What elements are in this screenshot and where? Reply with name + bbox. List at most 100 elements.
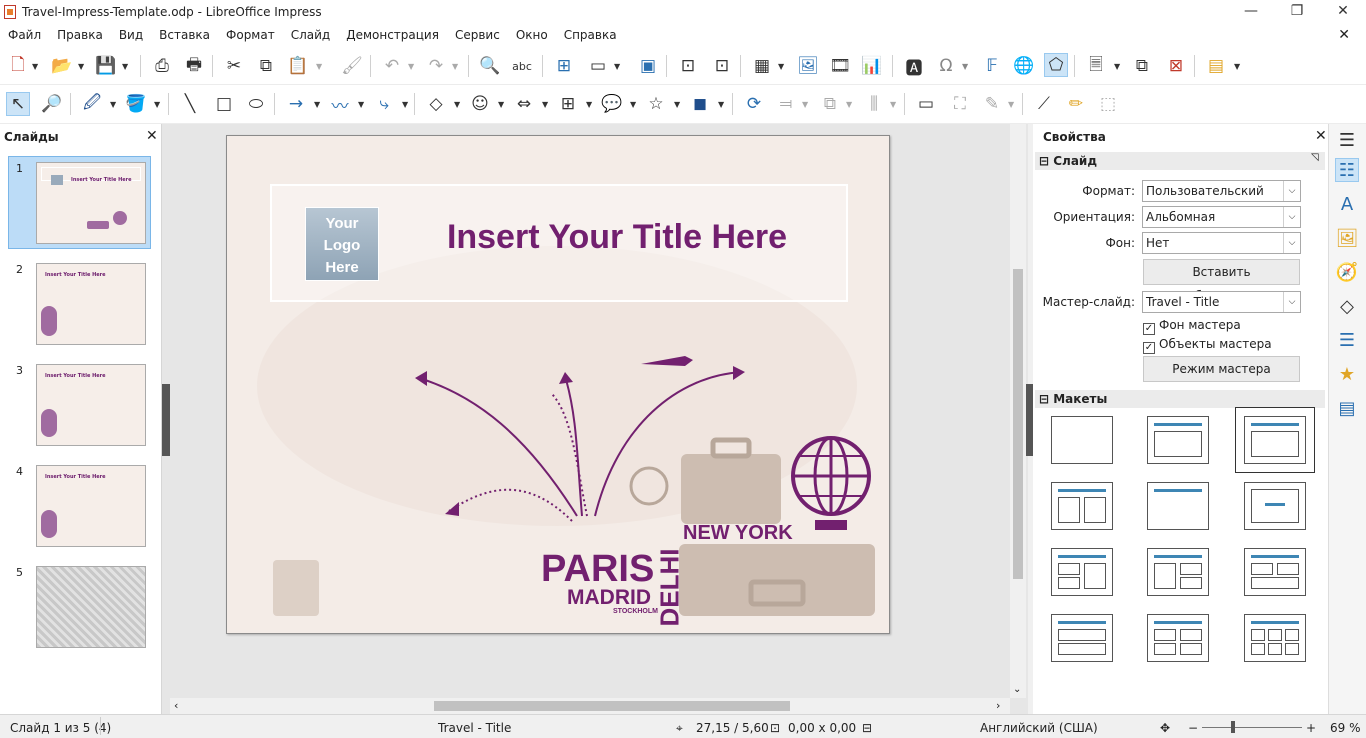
redo-dropdown-icon[interactable]: ▼ xyxy=(452,54,460,78)
navigator-deck-icon[interactable]: 🧭 xyxy=(1335,260,1359,284)
vertical-scrollbar[interactable]: ⌄ xyxy=(1010,124,1026,698)
scroll-left-icon[interactable]: ‹ xyxy=(174,699,178,712)
master-slide-select[interactable]: Travel - Title ⌵ xyxy=(1142,291,1301,313)
3d-objects-dropdown-icon[interactable]: ▼ xyxy=(718,92,726,116)
layout-title-content-selected[interactable] xyxy=(1235,407,1315,473)
slides-panel-splitter[interactable] xyxy=(162,384,170,456)
layout-2-left-content[interactable] xyxy=(1147,548,1209,596)
redo-icon[interactable]: ↷ xyxy=(424,54,448,78)
slide-layout-icon[interactable]: ▤ xyxy=(1204,54,1228,78)
paste-dropdown-icon[interactable]: ▼ xyxy=(316,54,324,78)
delete-slide-icon[interactable]: ⊠ xyxy=(1164,54,1188,78)
align-dropdown-icon[interactable]: ▼ xyxy=(802,92,810,116)
crop-icon[interactable]: ⛶ xyxy=(948,92,972,116)
filter-dropdown-icon[interactable]: ▼ xyxy=(1008,92,1016,116)
slide-thumb-2[interactable]: Insert Your Title Here xyxy=(36,263,146,345)
new-document-icon[interactable]: 🗋 xyxy=(6,54,30,78)
master-slides-deck-icon[interactable]: ▤ xyxy=(1335,396,1359,420)
zoom-percent[interactable]: 69 % xyxy=(1330,721,1361,735)
zoom-out-icon[interactable]: − xyxy=(1188,721,1198,735)
more-options-icon[interactable]: ◹ xyxy=(1311,152,1319,163)
properties-close-icon[interactable]: ✕ xyxy=(1315,128,1327,144)
duplicate-slide-icon[interactable]: ⧉ xyxy=(1130,54,1154,78)
current-slide[interactable]: Your Logo Here Insert Your Title Here PA… xyxy=(226,135,890,634)
open-folder-icon[interactable]: 📂 xyxy=(50,54,74,78)
horizontal-scrollbar[interactable]: ‹ › xyxy=(170,698,1010,714)
stars-dropdown-icon[interactable]: ▼ xyxy=(674,92,682,116)
chevron-down-icon[interactable]: ⌵ xyxy=(1283,292,1300,312)
special-character-icon[interactable]: Ω xyxy=(934,54,958,78)
arrange-icon[interactable]: ⧉ xyxy=(818,92,842,116)
align-icon[interactable]: ⫤ xyxy=(774,92,798,116)
curve-dropdown-icon[interactable]: ▼ xyxy=(358,92,366,116)
start-current-slide-icon[interactable]: ⊡ xyxy=(710,54,734,78)
menu-tools[interactable]: Сервис xyxy=(447,24,508,46)
layout-title-only[interactable] xyxy=(1147,482,1209,530)
menu-file[interactable]: Файл xyxy=(0,24,49,46)
arrow-line-icon[interactable]: → xyxy=(284,92,308,116)
fill-color-icon[interactable]: 🪣 xyxy=(124,92,148,116)
stars-icon[interactable]: ☆ xyxy=(644,92,668,116)
background-select[interactable]: Нет ⌵ xyxy=(1142,232,1301,254)
master-background-checkbox[interactable]: ✓ Фон мастера xyxy=(1143,318,1241,335)
callout-icon[interactable]: 💬 xyxy=(600,92,624,116)
undo-dropdown-icon[interactable]: ▼ xyxy=(408,54,416,78)
copy-icon[interactable]: ⧉ xyxy=(254,54,278,78)
chart-icon[interactable]: 📊 xyxy=(860,54,884,78)
arrange-dropdown-icon[interactable]: ▼ xyxy=(846,92,854,116)
3d-objects-icon[interactable]: ◼ xyxy=(688,92,712,116)
chevron-down-icon[interactable]: ⌵ xyxy=(1283,207,1300,227)
cut-icon[interactable]: ✂ xyxy=(222,54,246,78)
slide-thumb-5[interactable] xyxy=(36,566,146,648)
connector-icon[interactable]: ⤷ xyxy=(372,92,396,116)
clone-formatting-icon[interactable]: 🖌 xyxy=(340,54,364,78)
zoom-slider-track[interactable] xyxy=(1202,727,1302,728)
special-character-dropdown-icon[interactable]: ▼ xyxy=(962,54,970,78)
menu-window[interactable]: Окно xyxy=(508,24,556,46)
display-views-dropdown-icon[interactable]: ▼ xyxy=(614,54,622,78)
language-indicator[interactable]: Английский (США) xyxy=(980,721,1098,735)
flowchart-icon[interactable]: ⊞ xyxy=(556,92,580,116)
fill-color-dropdown-icon[interactable]: ▼ xyxy=(154,92,162,116)
undo-icon[interactable]: ↶ xyxy=(380,54,404,78)
scroll-right-icon[interactable]: › xyxy=(996,699,1000,712)
new-slide-icon[interactable]: 🗏 xyxy=(1084,54,1108,78)
shapes-draw-icon[interactable]: ⬠ xyxy=(1044,53,1068,77)
text-box-icon[interactable]: 🅰 xyxy=(902,54,926,79)
checkmark-icon[interactable]: ✓ xyxy=(1143,342,1155,354)
grid-icon[interactable]: ⊞ xyxy=(552,54,576,78)
save-icon[interactable]: 💾 xyxy=(94,54,118,78)
table-dropdown-icon[interactable]: ▼ xyxy=(778,54,786,78)
menu-view[interactable]: Вид xyxy=(111,24,151,46)
gallery-deck-icon[interactable]: 🖼 xyxy=(1335,226,1359,250)
distribute-dropdown-icon[interactable]: ▼ xyxy=(890,92,898,116)
layout-title-2-content[interactable] xyxy=(1051,482,1113,530)
master-mode-button[interactable]: Режим мастера xyxy=(1143,356,1300,382)
shadow-icon[interactable]: ▭ xyxy=(914,92,938,116)
animation-deck-icon[interactable]: ★ xyxy=(1335,362,1359,386)
symbol-shapes-icon[interactable]: ☺ xyxy=(468,92,492,116)
vertical-scroll-thumb[interactable] xyxy=(1013,269,1023,579)
orientation-select[interactable]: Альбомная ⌵ xyxy=(1142,206,1301,228)
chevron-down-icon[interactable]: ⌵ xyxy=(1283,181,1300,201)
slide-thumb-4[interactable]: Insert Your Title Here xyxy=(36,465,146,547)
logo-placeholder[interactable]: Your Logo Here xyxy=(305,207,379,281)
callout-dropdown-icon[interactable]: ▼ xyxy=(630,92,638,116)
close-document-icon[interactable]: ✕ xyxy=(1330,24,1358,46)
block-arrows-dropdown-icon[interactable]: ▼ xyxy=(542,92,550,116)
layout-blank[interactable] xyxy=(1051,416,1113,464)
block-arrows-icon[interactable]: ⇔ xyxy=(512,92,536,116)
arrow-dropdown-icon[interactable]: ▼ xyxy=(314,92,322,116)
master-slide-icon[interactable]: ▣ xyxy=(636,54,660,78)
slide-layout-dropdown-icon[interactable]: ▼ xyxy=(1234,54,1242,78)
styles-deck-icon[interactable]: A xyxy=(1335,192,1359,216)
chevron-down-icon[interactable]: ⌵ xyxy=(1283,233,1300,253)
layout-centered-text[interactable] xyxy=(1244,482,1306,530)
close-window-button[interactable]: ✕ xyxy=(1320,0,1366,24)
slide-thumb-3[interactable]: Insert Your Title Here xyxy=(36,364,146,446)
points-icon[interactable]: ⟋ xyxy=(1032,92,1056,116)
insert-image-button[interactable]: Вставить изображение... xyxy=(1143,259,1300,303)
menu-slide[interactable]: Слайд xyxy=(283,24,339,46)
flowchart-dropdown-icon[interactable]: ▼ xyxy=(586,92,594,116)
hyperlink-icon[interactable]: 🌐 xyxy=(1012,54,1036,78)
